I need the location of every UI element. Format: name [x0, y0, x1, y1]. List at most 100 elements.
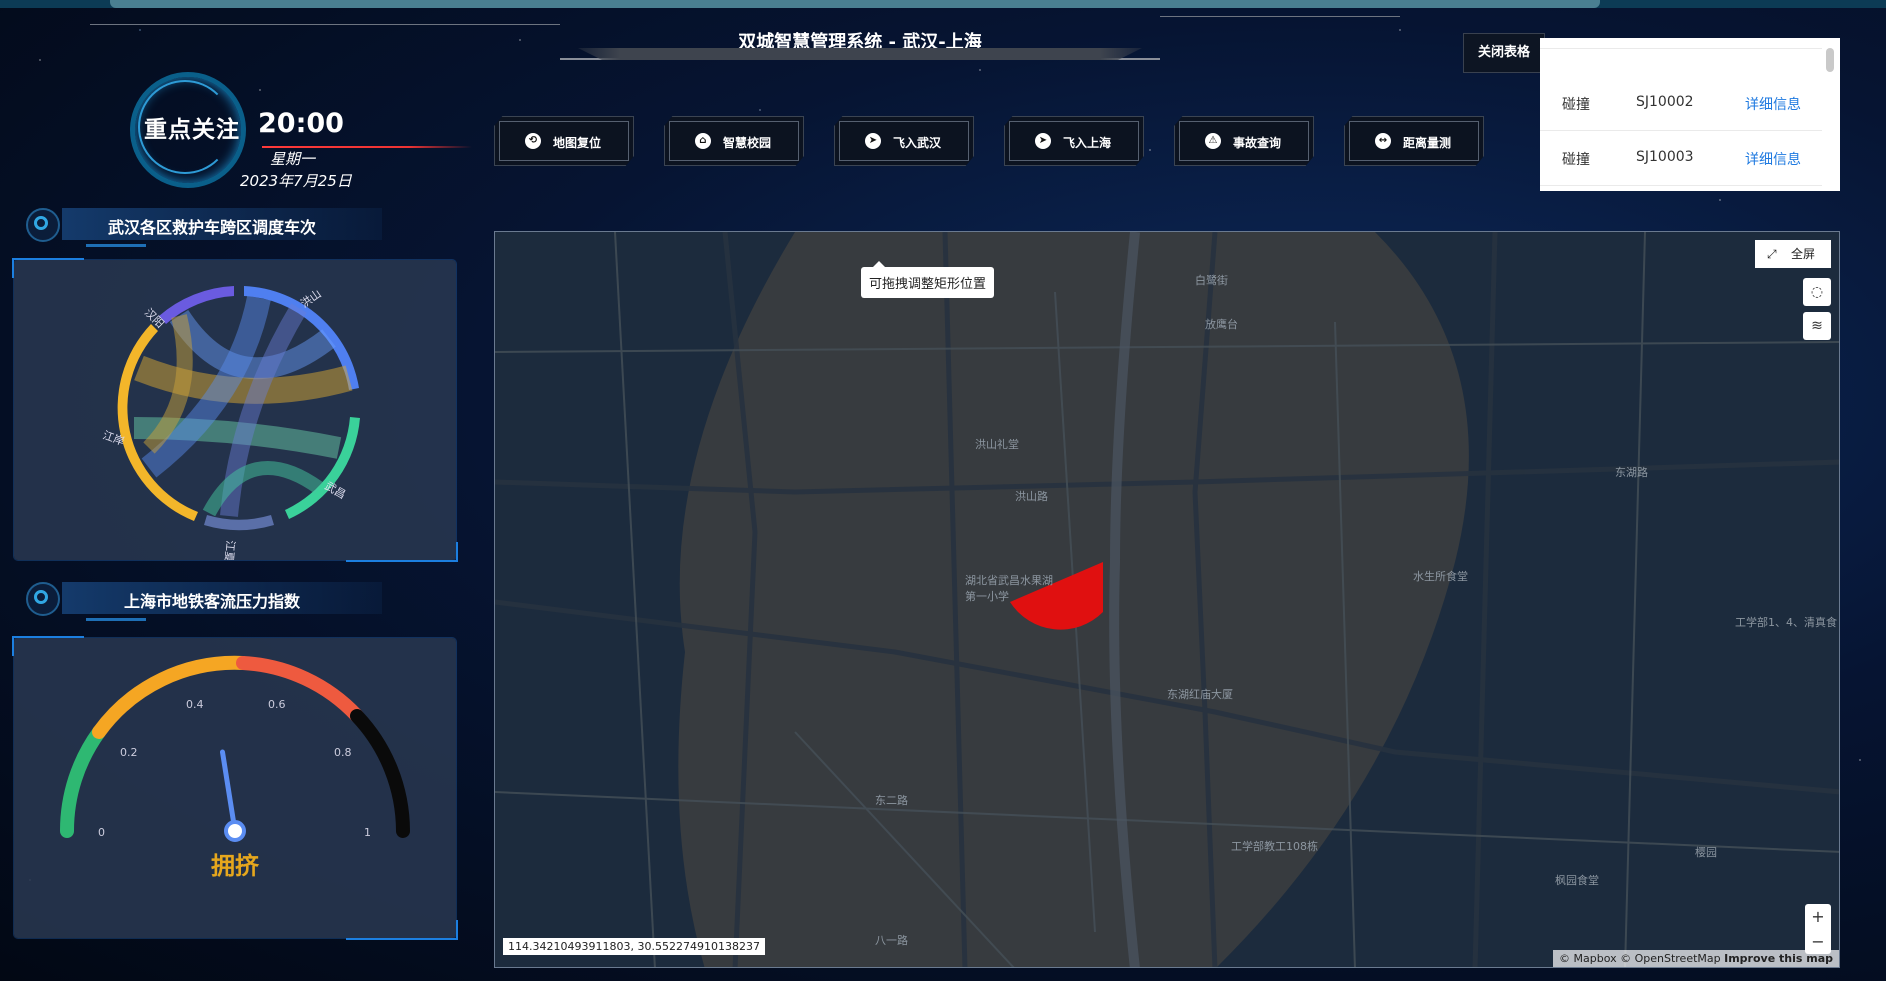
panel-bullet-icon [26, 208, 60, 242]
panel-underline [86, 244, 146, 247]
clock-date: 2023年7月25日 [240, 172, 352, 190]
detail-link[interactable]: 详细信息 [1745, 149, 1801, 169]
table-scrollbar[interactable] [1826, 48, 1834, 72]
gauge-segment-red [236, 656, 364, 723]
fly-shanghai-icon: ➤ [1035, 133, 1051, 149]
map-place-label: 东湖路 [1615, 466, 1648, 479]
map-place-label: 东二路 [875, 794, 908, 807]
zoom-in-button[interactable]: + [1805, 904, 1831, 929]
layers-icon[interactable]: ≋ [1803, 312, 1831, 340]
gauge-tick: 0.2 [120, 746, 138, 759]
gauge-pivot [224, 820, 246, 842]
fullscreen-label: 全屏 [1791, 247, 1816, 261]
nav-label: 地图复位 [553, 136, 602, 150]
chord-panel-title: 武汉各区救护车跨区调度车次 [107, 218, 316, 237]
table-row: 碰撞 SJ10003 详细信息 [1540, 131, 1822, 186]
chord-label-jiangxia: 江夏 [222, 540, 237, 560]
corner-decoration [346, 542, 458, 562]
nav-map-reset-button[interactable]: ⟲ 地图复位 [494, 116, 634, 166]
campus-icon: ⌂ [695, 133, 711, 149]
coordinate-readout: 114.34210493911803, 30.552274910138237 [503, 938, 765, 955]
chord-chart: 汉阳 洪山 武昌 江岸 江夏 [101, 286, 360, 563]
map-canvas[interactable] [495, 232, 1840, 968]
nav-label: 飞入上海 [1063, 136, 1112, 150]
drag-tooltip: 可拖拽调整矩形位置 [861, 261, 995, 298]
compass-icon[interactable]: ◌ [1803, 278, 1831, 306]
gauge-tick: 0.8 [334, 746, 352, 759]
gauge-tick: 0.4 [186, 698, 204, 711]
fullscreen-button[interactable]: ⤢ 全屏 [1755, 240, 1831, 268]
top-bar [0, 0, 1886, 8]
table-row-partial [1540, 38, 1822, 49]
clock-widget: 重点关注 20:00 星期一 2023年7月25日 [120, 72, 472, 192]
map-place-label: 白鹭街 [1195, 274, 1228, 287]
title-tab-decoration [578, 48, 1142, 60]
map-reset-icon: ⟲ [525, 133, 541, 149]
map-place-label: 八一路 [875, 934, 908, 947]
attribution-text[interactable]: © Mapbox © OpenStreetMap [1559, 952, 1721, 965]
gauge-status-label: 拥挤 [211, 852, 259, 880]
map-view[interactable]: 可拖拽调整矩形位置 ⤢ 全屏 ◌ ≋ + − 114.3421049391180… [494, 231, 1840, 968]
gauge-segment-yellow [92, 655, 250, 739]
map-place-label: 工学部1、4、清真食 [1735, 616, 1837, 629]
distance-measure-icon: ↔ [1375, 133, 1391, 149]
gauge-segment-green [59, 725, 106, 838]
chord-arc-hanyang [159, 286, 234, 324]
panel-bullet-icon [26, 582, 60, 616]
zoom-control: + − [1805, 904, 1831, 954]
map-place-label: 水生所食堂 [1413, 570, 1468, 583]
nav-fly-shanghai-button[interactable]: ➤ 飞入上海 [1004, 116, 1144, 166]
chord-label-hanyang: 汉阳 [142, 306, 167, 331]
nav-accident-query-button[interactable]: ⚠ 事故查询 [1174, 116, 1314, 166]
nav-distance-measure-button[interactable]: ↔ 距离量测 [1344, 116, 1484, 166]
map-place-label: 湖北省武昌水果湖第一小学 [965, 574, 1053, 603]
map-place-label: 工学部教工108栋 [1231, 840, 1318, 853]
nav-label: 飞入武汉 [893, 136, 942, 150]
gauge-panel: 0 0.2 0.4 0.6 0.8 1 拥挤 [12, 636, 458, 940]
chord-arc-jiangxia [204, 515, 274, 531]
map-place-label: 樱园 [1695, 846, 1717, 859]
nav-label: 智慧校园 [723, 136, 772, 150]
gauge-tick: 0.6 [268, 698, 286, 711]
gauge-tick: 1 [364, 826, 371, 839]
nav-campus-button[interactable]: ⌂ 智慧校园 [664, 116, 804, 166]
corner-decoration [12, 636, 84, 656]
corner-decoration [12, 258, 84, 278]
cell-type: 碰撞 [1562, 152, 1590, 168]
gauge-panel-header: 上海市地铁客流压力指数 [26, 580, 382, 621]
clock-weekday: 星期一 [270, 150, 316, 168]
accident-query-icon: ⚠ [1205, 133, 1221, 149]
gauge-tick: 0 [98, 826, 105, 839]
improve-map-link[interactable]: Improve this map [1724, 952, 1833, 965]
gauge-needle [219, 749, 238, 834]
fullscreen-icon: ⤢ [1767, 247, 1777, 261]
cell-id: SJ10002 [1636, 94, 1694, 110]
focus-label: 重点关注 [144, 117, 240, 143]
top-bar-inner [110, 0, 1600, 8]
map-place-label: 东湖红庙大厦 [1167, 688, 1233, 701]
nav-label: 距离量测 [1403, 136, 1452, 150]
clock-time: 20:00 [258, 108, 344, 139]
map-place-label: 放鹰台 [1205, 318, 1238, 331]
map-place-label: 枫园食堂 [1555, 874, 1599, 887]
chord-label-wuchang: 武昌 [323, 479, 349, 501]
cell-id: SJ10003 [1636, 149, 1694, 165]
detail-link[interactable]: 详细信息 [1745, 94, 1801, 114]
fly-wuhan-icon: ➤ [865, 133, 881, 149]
nav-fly-wuhan-button[interactable]: ➤ 飞入武汉 [834, 116, 974, 166]
table-row: 碰撞 SJ10002 详细信息 [1540, 76, 1822, 131]
accident-table: 碰撞 SJ10002 详细信息 碰撞 SJ10003 详细信息 [1540, 38, 1840, 191]
gauge-panel-title: 上海市地铁客流压力指数 [123, 592, 300, 611]
corner-decoration [346, 920, 458, 940]
map-attribution: © Mapbox © OpenStreetMap Improve this ma… [1553, 950, 1839, 967]
gauge-chart [59, 655, 410, 842]
gauge-segment-black [350, 709, 410, 838]
chord-panel: 汉阳 洪山 武昌 江岸 江夏 [12, 258, 458, 563]
panel-underline [86, 618, 146, 621]
cell-type: 碰撞 [1562, 97, 1590, 113]
nav-label: 事故查询 [1233, 136, 1282, 150]
chord-panel-header: 武汉各区救护车跨区调度车次 [26, 206, 382, 247]
map-place-label: 洪山路 [1015, 490, 1048, 503]
map-place-label: 洪山礼堂 [975, 438, 1019, 451]
close-table-button[interactable]: 关闭表格 [1463, 33, 1545, 73]
